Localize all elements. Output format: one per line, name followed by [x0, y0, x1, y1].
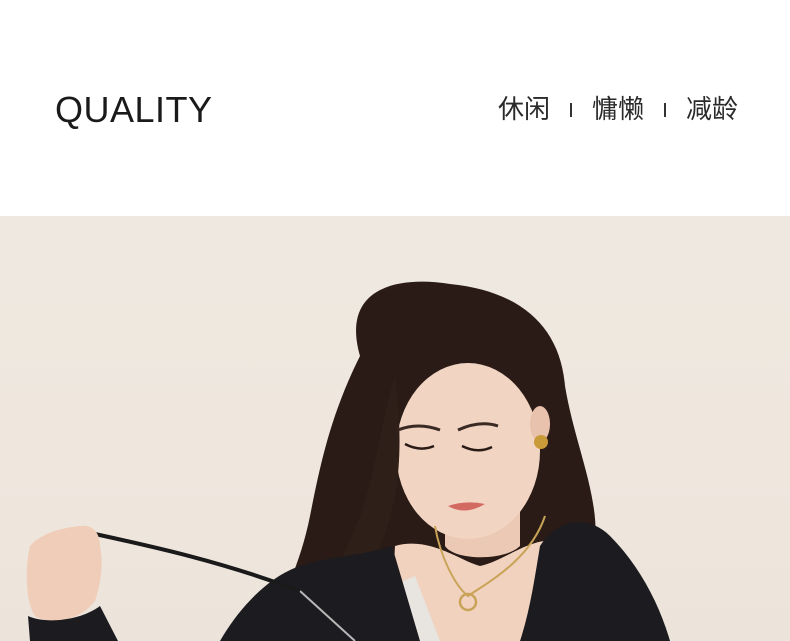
tag-divider	[663, 103, 666, 117]
model-photo	[0, 216, 790, 641]
drawstring	[94, 532, 301, 593]
earring	[534, 435, 548, 449]
face	[396, 363, 540, 539]
tag-youthful: 减龄	[685, 95, 738, 125]
tag-divider	[569, 103, 572, 117]
tag-casual: 休闲	[497, 95, 550, 125]
header-banner: QUALITY 休闲 慵懒 减龄	[0, 0, 790, 216]
style-tags: 休闲 慵懒 减龄	[498, 94, 738, 126]
model-illustration	[26, 281, 670, 641]
hand	[26, 525, 102, 621]
tag-lazy: 慵懒	[591, 95, 644, 125]
quality-title: QUALITY	[55, 89, 213, 130]
